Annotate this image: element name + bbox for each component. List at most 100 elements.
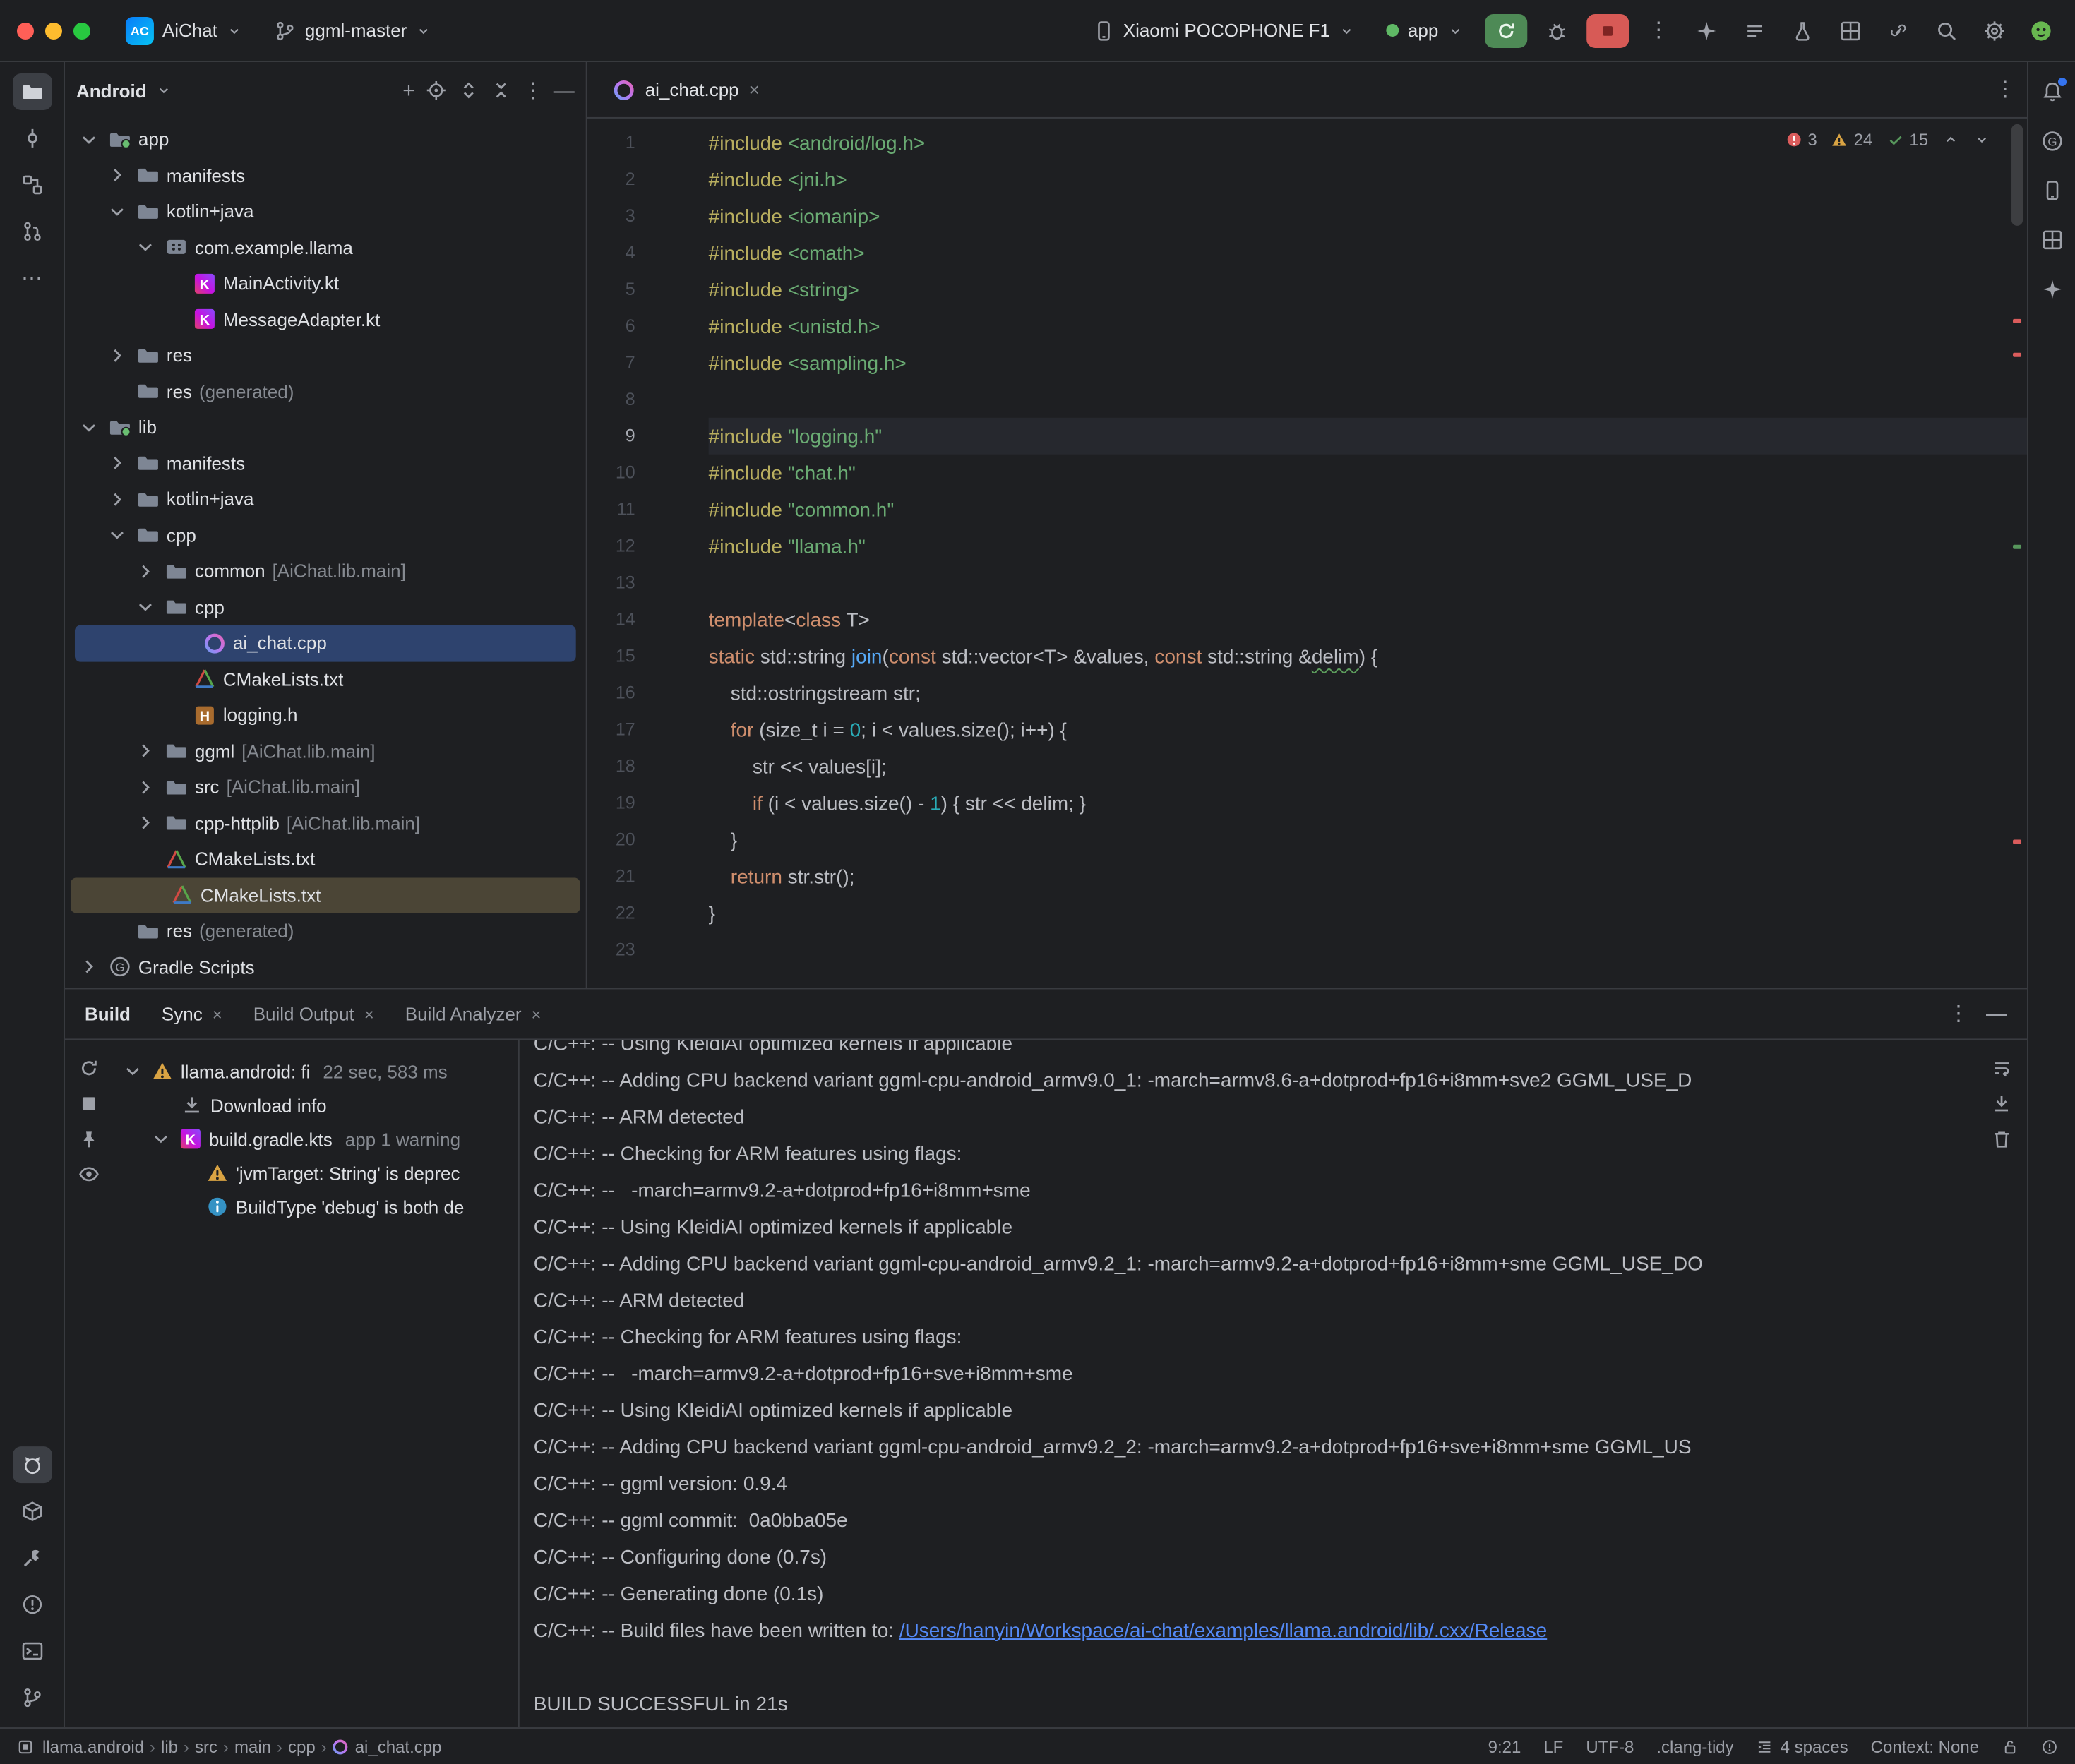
hide-panel-icon[interactable]: —	[554, 80, 575, 101]
rerun-button[interactable]	[1485, 13, 1527, 47]
error-count[interactable]: 3	[1785, 130, 1817, 150]
tree-item-com-example-llama[interactable]: com.example.llama	[65, 229, 586, 265]
code-line[interactable]: 13	[587, 565, 2027, 601]
more-vertical-icon[interactable]: ⋮	[1948, 1003, 1969, 1024]
project-tool-button[interactable]	[12, 73, 52, 110]
hide-panel-icon[interactable]: —	[1986, 1003, 2007, 1024]
chevron-down-icon[interactable]	[104, 200, 130, 222]
collapse-all-icon[interactable]	[490, 79, 513, 102]
view-options-icon[interactable]	[78, 1163, 100, 1185]
close-window-button[interactable]	[17, 22, 34, 39]
lock-icon[interactable]	[2002, 1738, 2019, 1755]
editor-scrollbar[interactable]	[2011, 119, 2023, 988]
device-mirroring-button[interactable]	[1880, 13, 1917, 47]
chevron-down-icon[interactable]	[133, 236, 158, 258]
tree-item-logging-h[interactable]: Hlogging.h	[65, 697, 586, 733]
clear-console-icon[interactable]	[1990, 1127, 2013, 1150]
tree-item-manifests[interactable]: manifests	[65, 157, 586, 193]
code-area[interactable]: 1#include <android/log.h>2#include <jni.…	[587, 119, 2027, 988]
line-ending[interactable]: LF	[1543, 1736, 1563, 1756]
tree-item-lib[interactable]: lib	[65, 409, 586, 445]
code-line[interactable]: 2#include <jni.h>	[587, 161, 2027, 198]
code-line[interactable]: 23	[587, 931, 2027, 968]
packages-tool-button[interactable]	[12, 1493, 52, 1530]
chevron-right-icon[interactable]	[104, 488, 130, 510]
select-opened-file-icon[interactable]	[425, 79, 448, 102]
console-file-link[interactable]: /Users/hanyin/Workspace/ai-chat/examples…	[899, 1619, 1547, 1641]
chevron-down-icon[interactable]	[76, 128, 102, 150]
running-devices-tool-button[interactable]	[2032, 222, 2071, 258]
run-more-actions-button[interactable]: ⋮	[1640, 13, 1677, 47]
chevron-right-icon[interactable]	[133, 812, 158, 834]
tree-item-gradle-scripts[interactable]: GGradle Scripts	[65, 949, 586, 985]
context-status[interactable]: Context: None	[1871, 1736, 1979, 1756]
code-line[interactable]: 3#include <iomanip>	[587, 198, 2027, 234]
change-stripe-mark[interactable]	[2013, 545, 2021, 549]
assistant-tool-button[interactable]	[2032, 271, 2071, 308]
structure-tool-button[interactable]	[12, 167, 52, 203]
indent-config[interactable]: 4 spaces	[1757, 1736, 1848, 1756]
warning-count[interactable]: 24	[1831, 130, 1873, 150]
settings-button[interactable]	[1976, 13, 2013, 47]
zoom-window-button[interactable]	[73, 22, 90, 39]
close-tab-icon[interactable]: ×	[364, 1004, 374, 1024]
pull-requests-tool-button[interactable]	[12, 213, 52, 250]
stop-button[interactable]	[1586, 13, 1629, 47]
run-configuration-selector[interactable]: app	[1377, 16, 1473, 45]
code-line[interactable]: 20 }	[587, 822, 2027, 858]
device-manager-tool-button[interactable]	[2032, 172, 2071, 209]
scrollbar-thumb[interactable]	[2011, 124, 2023, 226]
error-stripe-mark[interactable]	[2013, 840, 2021, 844]
tree-item-messageadapter-kt[interactable]: KMessageAdapter.kt	[65, 301, 586, 337]
caret-position[interactable]: 9:21	[1488, 1736, 1521, 1756]
code-line[interactable]: 17 for (size_t i = 0; i < values.size();…	[587, 712, 2027, 748]
code-line[interactable]: 15static std::string join(const std::vec…	[587, 638, 2027, 675]
more-tool-windows-button[interactable]: ⋯	[12, 260, 52, 296]
code-line[interactable]: 19 if (i < values.size() - 1) { str << d…	[587, 785, 2027, 822]
tree-item-res[interactable]: res	[65, 337, 586, 373]
chevron-right-icon[interactable]	[76, 956, 102, 978]
stop-process-icon[interactable]	[78, 1092, 100, 1115]
tree-item-ai-chat-cpp[interactable]: ai_chat.cpp	[75, 625, 576, 661]
code-line[interactable]: 4#include <cmath>	[587, 234, 2027, 271]
debug-button[interactable]	[1538, 13, 1575, 47]
inspection-widget[interactable]: 3 24 15	[1785, 130, 1990, 150]
code-line[interactable]: 18 str << values[i];	[587, 748, 2027, 785]
next-problem-icon[interactable]	[1973, 131, 1990, 148]
build-tool-button[interactable]	[12, 1540, 52, 1576]
build-tab-build-output[interactable]: Build Output×	[253, 1003, 374, 1024]
pin-icon[interactable]	[78, 1127, 100, 1150]
breadcrumb-item-main[interactable]: main	[234, 1736, 271, 1756]
chevron-right-icon[interactable]	[133, 560, 158, 582]
build-tab-build-analyzer[interactable]: Build Analyzer×	[405, 1003, 542, 1024]
error-stripe-mark[interactable]	[2013, 353, 2021, 357]
tree-item-cpp-httplib[interactable]: cpp-httplib [AiChat.lib.main]	[65, 805, 586, 841]
code-line[interactable]: 10#include "chat.h"	[587, 455, 2027, 491]
breadcrumb-item-src[interactable]: src	[195, 1736, 217, 1756]
chevron-right-icon[interactable]	[104, 452, 130, 474]
build-tree-item[interactable]: 'jvmTarget: String' is deprec	[113, 1156, 518, 1189]
search-everywhere-button[interactable]	[1928, 13, 1965, 47]
tree-item-kotlin-java[interactable]: kotlin+java	[65, 193, 586, 229]
code-line[interactable]: 12#include "llama.h"	[587, 528, 2027, 565]
gradle-tool-button[interactable]: G	[2032, 123, 2071, 160]
build-tool-window-title[interactable]: Build	[85, 1003, 131, 1024]
chevron-right-icon[interactable]	[104, 344, 130, 366]
soft-wrap-icon[interactable]	[1990, 1057, 2013, 1079]
tree-item-ggml[interactable]: ggml [AiChat.lib.main]	[65, 733, 586, 769]
minimize-window-button[interactable]	[45, 22, 62, 39]
close-tab-icon[interactable]: ×	[213, 1004, 222, 1024]
code-line[interactable]: 6#include <unistd.h>	[587, 308, 2027, 344]
passed-count[interactable]: 15	[1886, 130, 1928, 150]
tree-item-res[interactable]: res (generated)	[65, 373, 586, 409]
breadcrumb-item-ai-chat-cpp[interactable]: ai_chat.cpp	[333, 1736, 442, 1756]
chevron-down-icon[interactable]	[121, 1060, 144, 1082]
chevron-down-icon[interactable]	[133, 596, 158, 618]
terminal-tool-button[interactable]	[12, 1633, 52, 1669]
prev-problem-icon[interactable]	[1942, 131, 1959, 148]
editor-tab-ai-chat-cpp[interactable]: ai_chat.cpp ×	[599, 62, 774, 117]
problems-tool-button[interactable]	[12, 1586, 52, 1623]
tree-item-cmakelists-txt[interactable]: CMakeLists.txt	[65, 661, 586, 697]
code-line[interactable]: 21 return str.str();	[587, 858, 2027, 895]
code-line[interactable]: 9#include "logging.h"	[587, 418, 2027, 455]
